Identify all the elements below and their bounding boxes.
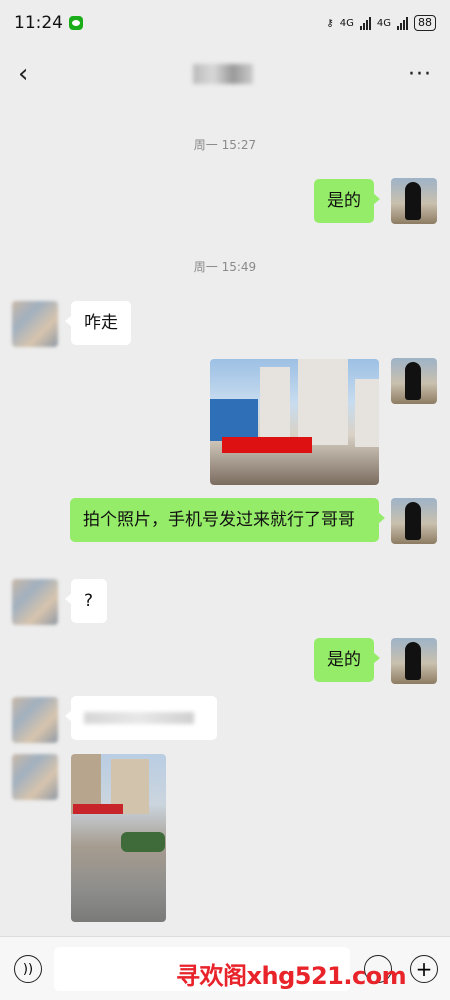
- my-avatar[interactable]: [391, 638, 437, 684]
- blurred-text: [84, 712, 194, 724]
- message-bubble-me[interactable]: 是的: [314, 638, 380, 682]
- message-bubble-contact-blurred[interactable]: [65, 696, 217, 740]
- back-icon[interactable]: ‹: [18, 59, 38, 89]
- contact-avatar[interactable]: [12, 754, 58, 800]
- signal-icon: [359, 16, 371, 30]
- clock: 11:24: [14, 13, 63, 33]
- my-avatar[interactable]: [391, 498, 437, 544]
- chat-title-blurred: [193, 64, 253, 84]
- wechat-notification-icon: [69, 16, 83, 30]
- message-bubble-contact[interactable]: 咋走: [65, 301, 131, 345]
- chat-header: ‹ ···: [0, 46, 450, 102]
- contact-avatar[interactable]: [12, 301, 58, 347]
- status-right: ⚷ 4G 4G 88: [326, 15, 436, 31]
- message-bubble-me[interactable]: 是的: [314, 179, 380, 223]
- status-bar: 11:24 ⚷ 4G 4G 88: [0, 0, 450, 46]
- timestamp: 周一 15:27: [193, 138, 257, 152]
- key-icon: ⚷: [326, 17, 334, 29]
- status-left: 11:24: [14, 13, 83, 33]
- timestamp: 周一 15:49: [193, 260, 257, 274]
- message-bubble-contact[interactable]: ?: [65, 579, 107, 623]
- contact-avatar[interactable]: [12, 697, 58, 743]
- image-message-storefront[interactable]: [210, 359, 379, 485]
- my-avatar[interactable]: [391, 178, 437, 224]
- network-label-1: 4G: [339, 17, 354, 29]
- contact-avatar[interactable]: [12, 579, 58, 625]
- my-avatar[interactable]: [391, 358, 437, 404]
- image-message-street[interactable]: [71, 754, 166, 922]
- signal-icon-2: [397, 16, 408, 30]
- battery-icon: 88: [414, 15, 436, 31]
- message-bubble-me[interactable]: 拍个照片，手机号发过来就行了哥哥: [70, 498, 385, 542]
- plus-icon[interactable]: +: [410, 955, 438, 983]
- voice-icon[interactable]: )): [14, 955, 42, 983]
- watermark: 寻欢阁xhg521.com: [176, 962, 407, 990]
- more-options-button[interactable]: ···: [408, 62, 432, 87]
- network-label-2: 4G: [376, 17, 391, 29]
